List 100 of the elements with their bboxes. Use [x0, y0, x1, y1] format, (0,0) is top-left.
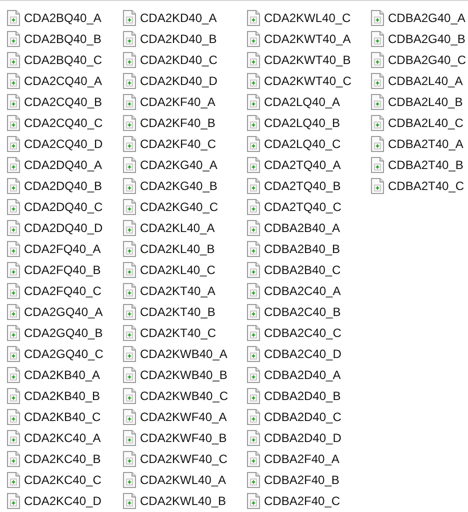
file-icon — [371, 114, 384, 130]
file-item[interactable]: CDA2KF40_C — [123, 133, 247, 154]
file-item[interactable]: CDA2KC40_A — [7, 427, 123, 448]
file-item[interactable]: CDBA2B40_B — [247, 238, 371, 259]
file-icon — [123, 198, 136, 214]
file-item[interactable]: CDBA2D40_A — [247, 364, 371, 385]
file-item[interactable]: CDBA2C40_B — [247, 301, 371, 322]
file-item[interactable]: CDBA2F40_A — [247, 448, 371, 469]
file-item[interactable]: CDA2DQ40_B — [7, 175, 123, 196]
file-item[interactable]: CDBA2B40_A — [247, 217, 371, 238]
file-item[interactable]: CDA2LQ40_B — [247, 112, 371, 133]
file-icon — [7, 72, 20, 88]
file-item[interactable]: CDA2FQ40_C — [7, 280, 123, 301]
file-item[interactable]: CDA2KG40_C — [123, 196, 247, 217]
file-icon — [7, 136, 20, 152]
file-item[interactable]: CDA2KC40_B — [7, 448, 123, 469]
file-item[interactable]: CDBA2T40_B — [371, 154, 468, 175]
file-item[interactable]: CDA2KB40_A — [7, 364, 123, 385]
file-item[interactable]: CDA2KG40_A — [123, 154, 247, 175]
file-item[interactable]: CDA2KG40_B — [123, 175, 247, 196]
file-item[interactable]: CDA2KT40_B — [123, 301, 247, 322]
file-item[interactable]: CDA2KWB40_A — [123, 343, 247, 364]
file-item[interactable]: CDBA2T40_C — [371, 175, 468, 196]
file-item[interactable]: CDA2KWF40_C — [123, 448, 247, 469]
file-item[interactable]: CDBA2D40_D — [247, 427, 371, 448]
file-item[interactable]: CDA2TQ40_B — [247, 175, 371, 196]
file-icon — [247, 408, 260, 424]
file-item[interactable]: CDA2KWF40_A — [123, 406, 247, 427]
file-item[interactable]: CDA2KWL40_C — [247, 7, 371, 28]
file-item[interactable]: CDA2KWL40_B — [123, 490, 247, 511]
file-icon — [123, 450, 136, 466]
file-item[interactable]: CDA2LQ40_A — [247, 91, 371, 112]
file-item[interactable]: CDA2KC40_D — [7, 490, 123, 511]
file-icon — [371, 156, 384, 172]
file-item[interactable]: CDBA2B40_C — [247, 259, 371, 280]
file-item[interactable]: CDA2KWB40_B — [123, 364, 247, 385]
file-icon — [7, 450, 20, 466]
file-item[interactable]: CDA2KWT40_C — [247, 70, 371, 91]
file-item[interactable]: CDA2KWT40_A — [247, 28, 371, 49]
file-item[interactable]: CDA2DQ40_D — [7, 217, 123, 238]
file-icon — [371, 136, 384, 152]
file-icon — [123, 346, 136, 362]
file-item[interactable]: CDBA2F40_C — [247, 490, 371, 511]
file-item[interactable]: CDA2BQ40_B — [7, 28, 123, 49]
file-item[interactable]: CDBA2D40_C — [247, 406, 371, 427]
file-item[interactable]: CDA2GQ40_A — [7, 301, 123, 322]
file-item[interactable]: CDA2CQ40_C — [7, 112, 123, 133]
file-icon — [371, 178, 384, 194]
file-item[interactable]: CDA2KD40_B — [123, 28, 247, 49]
file-item[interactable]: CDA2CQ40_D — [7, 133, 123, 154]
file-icon — [7, 324, 20, 340]
file-item[interactable]: CDBA2D40_B — [247, 385, 371, 406]
file-item[interactable]: CDA2KL40_C — [123, 259, 247, 280]
file-item[interactable]: CDA2TQ40_C — [247, 196, 371, 217]
file-item[interactable]: CDA2KWT40_B — [247, 49, 371, 70]
file-icon — [7, 388, 20, 404]
file-item[interactable]: CDA2KD40_A — [123, 7, 247, 28]
file-item[interactable]: CDBA2G40_B — [371, 28, 468, 49]
file-item[interactable]: CDA2KWB40_C — [123, 385, 247, 406]
file-item[interactable]: CDA2KF40_A — [123, 91, 247, 112]
file-icon — [247, 430, 260, 446]
file-item[interactable]: CDA2CQ40_A — [7, 70, 123, 91]
file-item[interactable]: CDBA2T40_A — [371, 133, 468, 154]
file-item[interactable]: CDBA2L40_A — [371, 70, 468, 91]
file-item[interactable]: CDBA2C40_D — [247, 343, 371, 364]
file-item[interactable]: CDA2FQ40_A — [7, 238, 123, 259]
file-item[interactable]: CDA2KC40_C — [7, 469, 123, 490]
file-item[interactable]: CDA2KD40_C — [123, 49, 247, 70]
file-item[interactable]: CDA2KF40_B — [123, 112, 247, 133]
file-item[interactable]: CDBA2L40_C — [371, 112, 468, 133]
file-item[interactable]: CDA2KWL40_A — [123, 469, 247, 490]
file-item[interactable]: CDA2GQ40_B — [7, 322, 123, 343]
file-item[interactable]: CDA2DQ40_C — [7, 196, 123, 217]
file-item[interactable]: CDA2KB40_C — [7, 406, 123, 427]
file-item[interactable]: CDBA2F40_B — [247, 469, 371, 490]
file-icon — [7, 52, 20, 68]
file-item[interactable]: CDA2CQ40_B — [7, 91, 123, 112]
file-item[interactable]: CDA2KL40_B — [123, 238, 247, 259]
file-icon — [123, 262, 136, 278]
file-item[interactable]: CDA2LQ40_C — [247, 133, 371, 154]
file-item[interactable]: CDA2KT40_A — [123, 280, 247, 301]
file-item[interactable]: CDBA2G40_A — [371, 7, 468, 28]
file-icon — [7, 304, 20, 320]
file-item[interactable]: CDA2BQ40_A — [7, 7, 123, 28]
file-item[interactable]: CDA2FQ40_B — [7, 259, 123, 280]
file-item[interactable]: CDA2KT40_C — [123, 322, 247, 343]
file-item[interactable]: CDA2KB40_B — [7, 385, 123, 406]
file-item[interactable]: CDBA2G40_C — [371, 49, 468, 70]
file-item[interactable]: CDA2BQ40_C — [7, 49, 123, 70]
file-item[interactable]: CDA2KWF40_B — [123, 427, 247, 448]
file-item[interactable]: CDBA2C40_C — [247, 322, 371, 343]
file-icon — [371, 10, 384, 26]
file-item[interactable]: CDA2KD40_D — [123, 70, 247, 91]
file-item[interactable]: CDA2GQ40_C — [7, 343, 123, 364]
file-item[interactable]: CDBA2C40_A — [247, 280, 371, 301]
file-item[interactable]: CDA2DQ40_A — [7, 154, 123, 175]
file-item[interactable]: CDA2KL40_A — [123, 217, 247, 238]
file-item[interactable]: CDA2TQ40_A — [247, 154, 371, 175]
file-icon — [247, 492, 260, 508]
file-item[interactable]: CDBA2L40_B — [371, 91, 468, 112]
